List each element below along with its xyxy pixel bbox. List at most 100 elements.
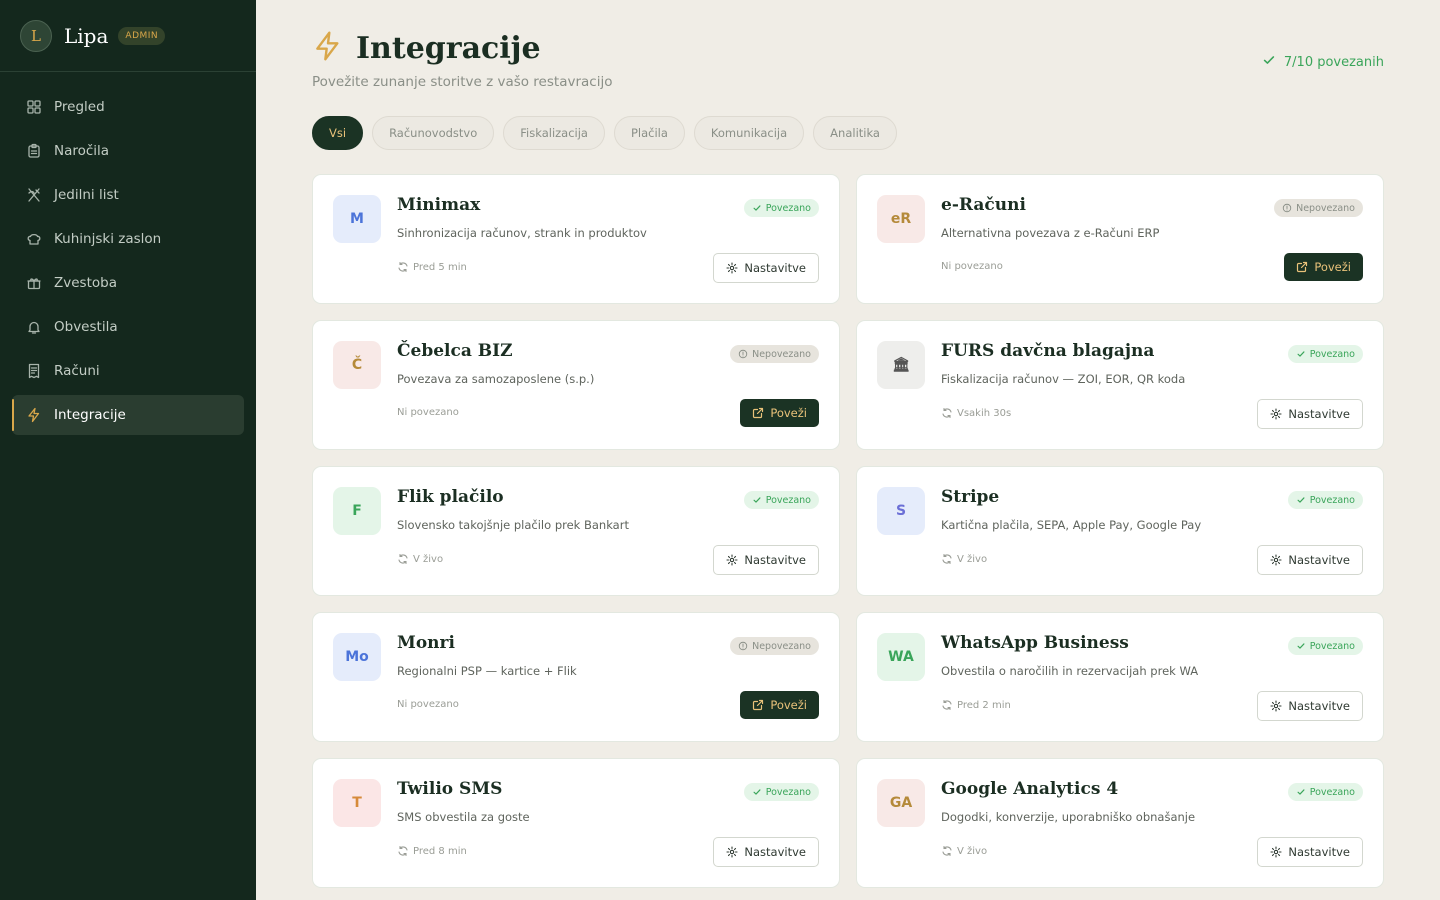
filter-chip-komunikacija[interactable]: Komunikacija (693, 116, 805, 150)
integration-description: Povezava za samozaposlene (s.p.) (397, 372, 595, 386)
integration-description: Fiskalizacija računov — ZOI, EOR, QR kod… (941, 372, 1186, 386)
sidebar-item-naročila[interactable]: Naročila (12, 131, 244, 171)
category-filters: Vsi Računovodstvo Fiskalizacija Plačila Komu… (312, 116, 897, 150)
bell-icon (26, 319, 54, 335)
gear-icon (1270, 554, 1288, 566)
sidebar-item-integracije[interactable]: Integracije (12, 395, 244, 435)
sync-status: Pred 2 min (941, 699, 1011, 711)
sidebar-item-label: Obvestila (54, 319, 118, 335)
sidebar-item-zvestoba[interactable]: Zvestoba (12, 263, 244, 303)
integration-description: Kartična plačila, SEPA, Apple Pay, Googl… (941, 518, 1202, 532)
integration-name: Minimax (397, 195, 481, 215)
sidebar-item-label: Pregled (54, 99, 105, 115)
connected-count-label: 7/10 povezanih (1283, 54, 1384, 70)
filter-chip-vsi[interactable]: Vsi (312, 116, 364, 150)
filter-chip-računovodstvo[interactable]: Računovodstvo (372, 116, 495, 150)
integration-card-flik-plačilo: F Flik plačilo Slovensko takojšnje plačilo… (312, 466, 840, 596)
status-badge: Nepovezano (730, 637, 819, 655)
clipboard-icon (26, 143, 54, 159)
brand-avatar: L (20, 19, 52, 52)
integration-description: SMS obvestila za goste (397, 810, 530, 824)
integration-name: Čebelca BIZ (397, 341, 513, 361)
filter-chip-fiskalizacija[interactable]: Fiskalizacija (503, 116, 605, 150)
sync-status: Vsakih 30s (941, 407, 1011, 419)
gear-icon (1270, 700, 1288, 712)
check-icon (1296, 349, 1310, 359)
integrations-grid: M Minimax Sinhronizacija računov, strank i… (312, 174, 1384, 888)
sidebar-item-obvestila[interactable]: Obvestila (12, 307, 244, 347)
info-icon (1282, 203, 1296, 213)
integration-name: e-Računi (941, 195, 1026, 215)
sidebar-item-label: Zvestoba (54, 275, 117, 291)
settings-button[interactable]: Nastavitve (713, 545, 819, 575)
sidebar-nav: Pregled Naročila Jedilni list Kuhinjski zas… (0, 72, 256, 435)
info-icon (738, 641, 752, 651)
sidebar-item-računi[interactable]: Računi (12, 351, 244, 391)
page-title: Integracije (356, 30, 541, 66)
sync-status: Ni povezano (397, 699, 459, 710)
integration-logo: eR (877, 195, 925, 243)
sidebar-item-pregled[interactable]: Pregled (12, 87, 244, 127)
settings-button[interactable]: Nastavitve (713, 253, 819, 283)
connect-button[interactable]: Poveži (740, 399, 819, 427)
integration-card-minimax: M Minimax Sinhronizacija računov, strank i… (312, 174, 840, 304)
integration-description: Slovensko takojšnje plačilo prek Bankart (397, 518, 629, 532)
page-header: Integracije (312, 30, 541, 66)
check-icon (752, 787, 766, 797)
status-badge: Povezano (1287, 783, 1363, 801)
sidebar-item-label: Naročila (54, 143, 110, 159)
connect-button[interactable]: Poveži (1284, 253, 1363, 281)
sidebar-item-kuhinjski-zaslon[interactable]: Kuhinjski zaslon (12, 219, 244, 259)
integration-card-stripe: S Stripe Kartična plačila, SEPA, Apple Pay… (856, 466, 1384, 596)
gear-icon (1270, 846, 1288, 858)
main-content: Integracije Povežite zunanje storitve z … (256, 0, 1440, 900)
filter-chip-analitika[interactable]: Analitika (813, 116, 897, 150)
integration-logo: M (333, 195, 381, 243)
integration-logo: GA (877, 779, 925, 827)
gear-icon (726, 554, 744, 566)
external-link-icon (752, 407, 770, 419)
gear-icon (726, 262, 744, 274)
check-icon (1296, 641, 1310, 651)
settings-button[interactable]: Nastavitve (1257, 399, 1363, 429)
integration-card-čebelca-biz: Č Čebelca BIZ Povezava za samozaposlene (s… (312, 320, 840, 450)
connect-button[interactable]: Poveži (740, 691, 819, 719)
sidebar-item-label: Kuhinjski zaslon (54, 231, 162, 247)
integration-card-twilio-sms: T Twilio SMS SMS obvestila za goste Pred 8 … (312, 758, 840, 888)
check-icon (1296, 787, 1310, 797)
check-icon (752, 203, 766, 213)
chef-hat-icon (26, 231, 54, 247)
integration-description: Sinhronizacija računov, strank in produk… (397, 226, 647, 240)
status-badge: Nepovezano (730, 345, 819, 363)
settings-button[interactable]: Nastavitve (713, 837, 819, 867)
integration-card-furs-davčna-blagajna: 🏛 FURS davčna blagajna Fiskalizacija račun… (856, 320, 1384, 450)
integration-card-google-analytics-4: GA Google Analytics 4 Dogodki, konverzije,… (856, 758, 1384, 888)
sidebar-item-jedilni-list[interactable]: Jedilni list (12, 175, 244, 215)
sync-status: V živo (941, 845, 987, 857)
lightning-icon (312, 30, 356, 66)
sync-icon (941, 407, 957, 419)
settings-button[interactable]: Nastavitve (1257, 837, 1363, 867)
sync-status: Ni povezano (397, 407, 459, 418)
integration-name: WhatsApp Business (941, 633, 1129, 653)
sidebar: L Lipa ADMIN Pregled Naročila Jedilni list… (0, 0, 256, 900)
admin-badge: ADMIN (118, 26, 166, 45)
brand-name: Lipa (64, 23, 109, 48)
integration-name: Monri (397, 633, 455, 653)
status-badge: Povezano (743, 199, 819, 217)
status-badge: Povezano (1287, 491, 1363, 509)
filter-chip-plačila[interactable]: Plačila (613, 116, 685, 150)
settings-button[interactable]: Nastavitve (1257, 545, 1363, 575)
settings-button[interactable]: Nastavitve (1257, 691, 1363, 721)
external-link-icon (752, 699, 770, 711)
brand[interactable]: L Lipa ADMIN (0, 0, 256, 72)
sync-icon (941, 845, 957, 857)
integration-description: Alternativna povezava z e-Računi ERP (941, 226, 1160, 240)
sync-status: Pred 8 min (397, 845, 467, 857)
integration-name: Flik plačilo (397, 487, 504, 507)
integration-name: FURS davčna blagajna (941, 341, 1155, 361)
integration-logo: T (333, 779, 381, 827)
sync-icon (941, 553, 957, 565)
integration-description: Regionalni PSP — kartice + Flik (397, 664, 577, 678)
check-icon (1262, 53, 1284, 71)
